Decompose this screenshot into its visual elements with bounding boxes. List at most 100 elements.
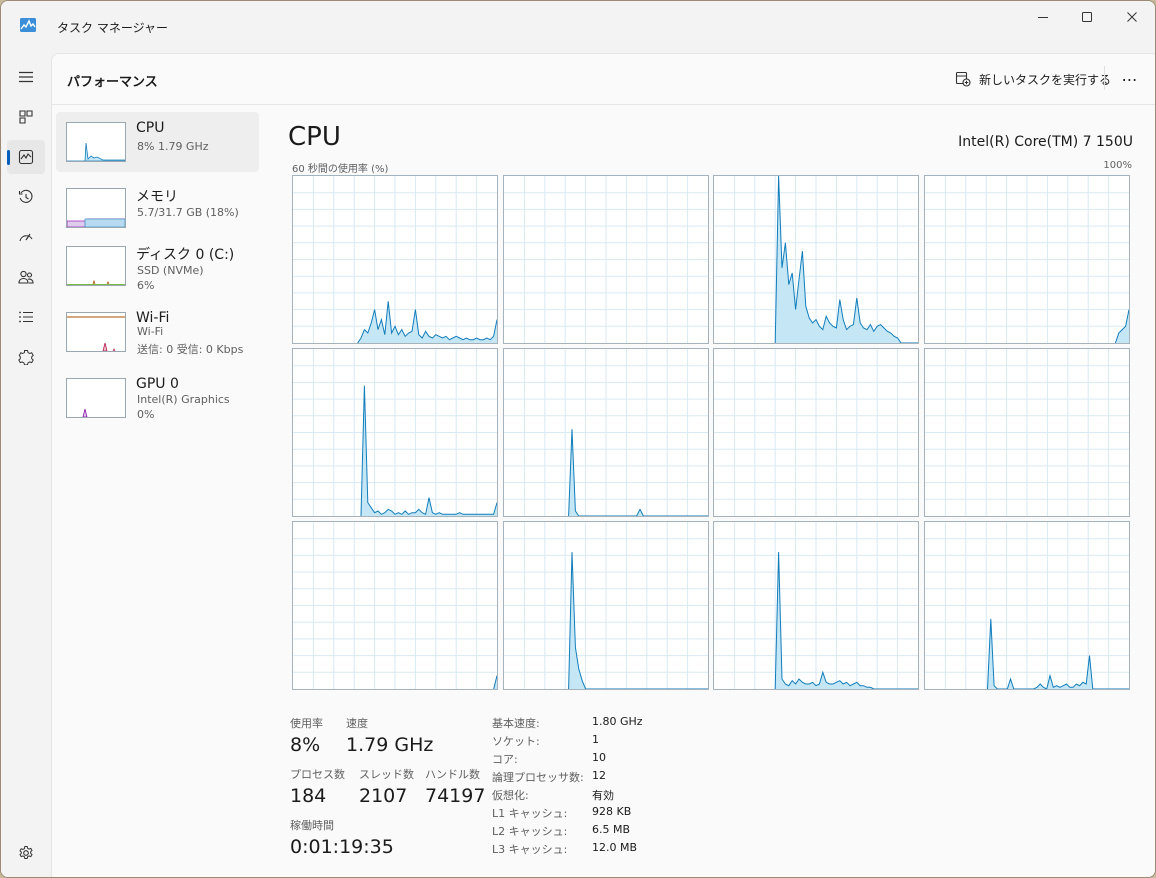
- device-gpu[interactable]: GPU 0 Intel(R) Graphics 0%: [56, 368, 259, 428]
- usage-area: [568, 429, 708, 516]
- usage-value: 8%: [290, 734, 321, 756]
- processes-value: 184: [290, 785, 327, 807]
- usage-area: [357, 301, 497, 343]
- maximize-button[interactable]: [1065, 1, 1109, 33]
- close-icon: [1127, 12, 1137, 22]
- nav-performance[interactable]: [7, 140, 45, 174]
- spec-value: 6.5 MB: [592, 823, 631, 836]
- handles-label: ハンドル数: [425, 768, 480, 781]
- logical-processor-graph: [713, 348, 919, 517]
- usage-area: [987, 618, 1129, 689]
- task-manager-window: タスク マネージャー パフォーマンス 新しいタスクを実行する ⋯ CPU 8% …: [0, 0, 1156, 878]
- spec-value: 10: [592, 751, 606, 764]
- spec-value: 有効: [592, 789, 614, 802]
- device-memory[interactable]: メモリ 5.7/31.7 GB (18%): [56, 178, 259, 238]
- usage-line: [774, 552, 918, 689]
- more-icon: ⋯: [1121, 69, 1139, 89]
- cpu-usage-chart: [925, 176, 1129, 343]
- cpu-usage-chart: [925, 349, 1129, 516]
- usage-line: [987, 618, 1129, 689]
- run-task-label: 新しいタスクを実行する: [979, 72, 1112, 87]
- logical-processor-graphs: [292, 175, 1131, 690]
- cpu-usage-chart: [925, 522, 1129, 689]
- minimize-button[interactable]: [1021, 1, 1065, 33]
- logical-processor-graph: [292, 348, 498, 517]
- device-detail: SSD (NVMe): [137, 264, 204, 277]
- spec-value: 12: [592, 769, 606, 782]
- spec-value: 1: [592, 733, 599, 746]
- logical-processor-graph: [924, 348, 1130, 517]
- app-history-icon: [18, 189, 33, 203]
- cpu-heading: CPU: [288, 122, 341, 152]
- logical-processor-graph: [713, 175, 919, 344]
- active-indicator: [7, 150, 10, 165]
- usage-label: 使用率: [290, 717, 323, 730]
- content-panel: パフォーマンス 新しいタスクを実行する ⋯ CPU 8% 1.79 GHz メモ…: [51, 53, 1155, 877]
- settings-icon: [19, 846, 33, 859]
- disk-thumb-graph: [67, 279, 125, 285]
- logical-processor-graph: [924, 521, 1130, 690]
- nav-services[interactable]: [7, 340, 45, 374]
- logical-processor-graph: [503, 521, 709, 690]
- page-title: パフォーマンス: [67, 75, 158, 90]
- cpu-usage-chart: [504, 176, 708, 343]
- title-bar[interactable]: タスク マネージャー: [1, 1, 1155, 53]
- spec-key: L3 キャッシュ:: [492, 843, 568, 856]
- menu-button[interactable]: [7, 60, 45, 94]
- uptime-value: 0:01:19:35: [290, 836, 394, 858]
- cpu-usage-chart: [504, 349, 708, 516]
- logical-processor-graph: [292, 175, 498, 344]
- device-cpu[interactable]: CPU 8% 1.79 GHz: [56, 112, 259, 172]
- page-header: パフォーマンス 新しいタスクを実行する ⋯: [52, 54, 1155, 105]
- memory-thumbnail: [66, 188, 126, 228]
- device-wifi[interactable]: Wi-Fi Wi-Fi 送信: 0 受信: 0 Kbps: [56, 302, 259, 362]
- spec-key: 論理プロセッサ数:: [492, 771, 584, 784]
- nav-users[interactable]: [7, 260, 45, 294]
- cpu-usage-chart: [714, 176, 918, 343]
- processes-label: プロセス数: [290, 768, 345, 781]
- graph-max-label: 100%: [1103, 160, 1132, 171]
- logical-processor-graph: [292, 521, 498, 690]
- device-disk[interactable]: ディスク 0 (C:) SSD (NVMe) 6%: [56, 236, 259, 296]
- speed-value: 1.79 GHz: [346, 734, 434, 756]
- close-button[interactable]: [1110, 1, 1154, 33]
- nav-processes[interactable]: [7, 100, 45, 134]
- spec-key: コア:: [492, 753, 518, 766]
- header-divider: [1104, 66, 1105, 90]
- spec-key: ソケット:: [492, 735, 540, 748]
- nav-details[interactable]: [7, 300, 45, 334]
- cpu-usage-chart: [504, 522, 708, 689]
- device-name: GPU 0: [136, 376, 179, 392]
- spec-value: 928 KB: [592, 805, 632, 818]
- device-usage: 6%: [137, 279, 155, 292]
- services-icon: [18, 350, 34, 365]
- menu-icon: [19, 71, 33, 83]
- graph-axis-label: 60 秒間の使用率 (%): [292, 164, 389, 175]
- cpu-usage-chart: [714, 522, 918, 689]
- device-detail: 8% 1.79 GHz: [137, 140, 209, 153]
- device-name: Wi-Fi: [136, 310, 170, 326]
- nav-app-history[interactable]: [7, 180, 45, 214]
- performance-icon: [18, 149, 34, 165]
- maximize-icon: [1082, 12, 1092, 22]
- wifi-thumbnail: [66, 312, 126, 352]
- logical-processor-graph: [713, 521, 919, 690]
- nav-startup-apps[interactable]: [7, 220, 45, 254]
- logical-processor-graph: [503, 348, 709, 517]
- device-name: ディスク 0 (C:): [136, 247, 235, 263]
- spec-value: 1.80 GHz: [592, 715, 643, 728]
- task-manager-app-icon: [20, 18, 36, 32]
- gpu-thumb-graph: [82, 408, 88, 417]
- device-usage: 0%: [137, 408, 155, 421]
- more-options-button[interactable]: ⋯: [1116, 66, 1144, 92]
- cpu-usage-chart: [293, 176, 497, 343]
- run-new-task-button[interactable]: 新しいタスクを実行する: [955, 66, 1111, 92]
- spec-key: 基本速度:: [492, 717, 540, 730]
- cpu-usage-chart: [714, 349, 918, 516]
- disk-thumbnail: [66, 246, 126, 286]
- nav-settings[interactable]: [7, 836, 45, 870]
- wifi-thumb-graph: [67, 316, 125, 351]
- details-icon: [19, 311, 33, 323]
- minimize-icon: [1038, 17, 1048, 18]
- spec-key: 仮想化:: [492, 789, 529, 802]
